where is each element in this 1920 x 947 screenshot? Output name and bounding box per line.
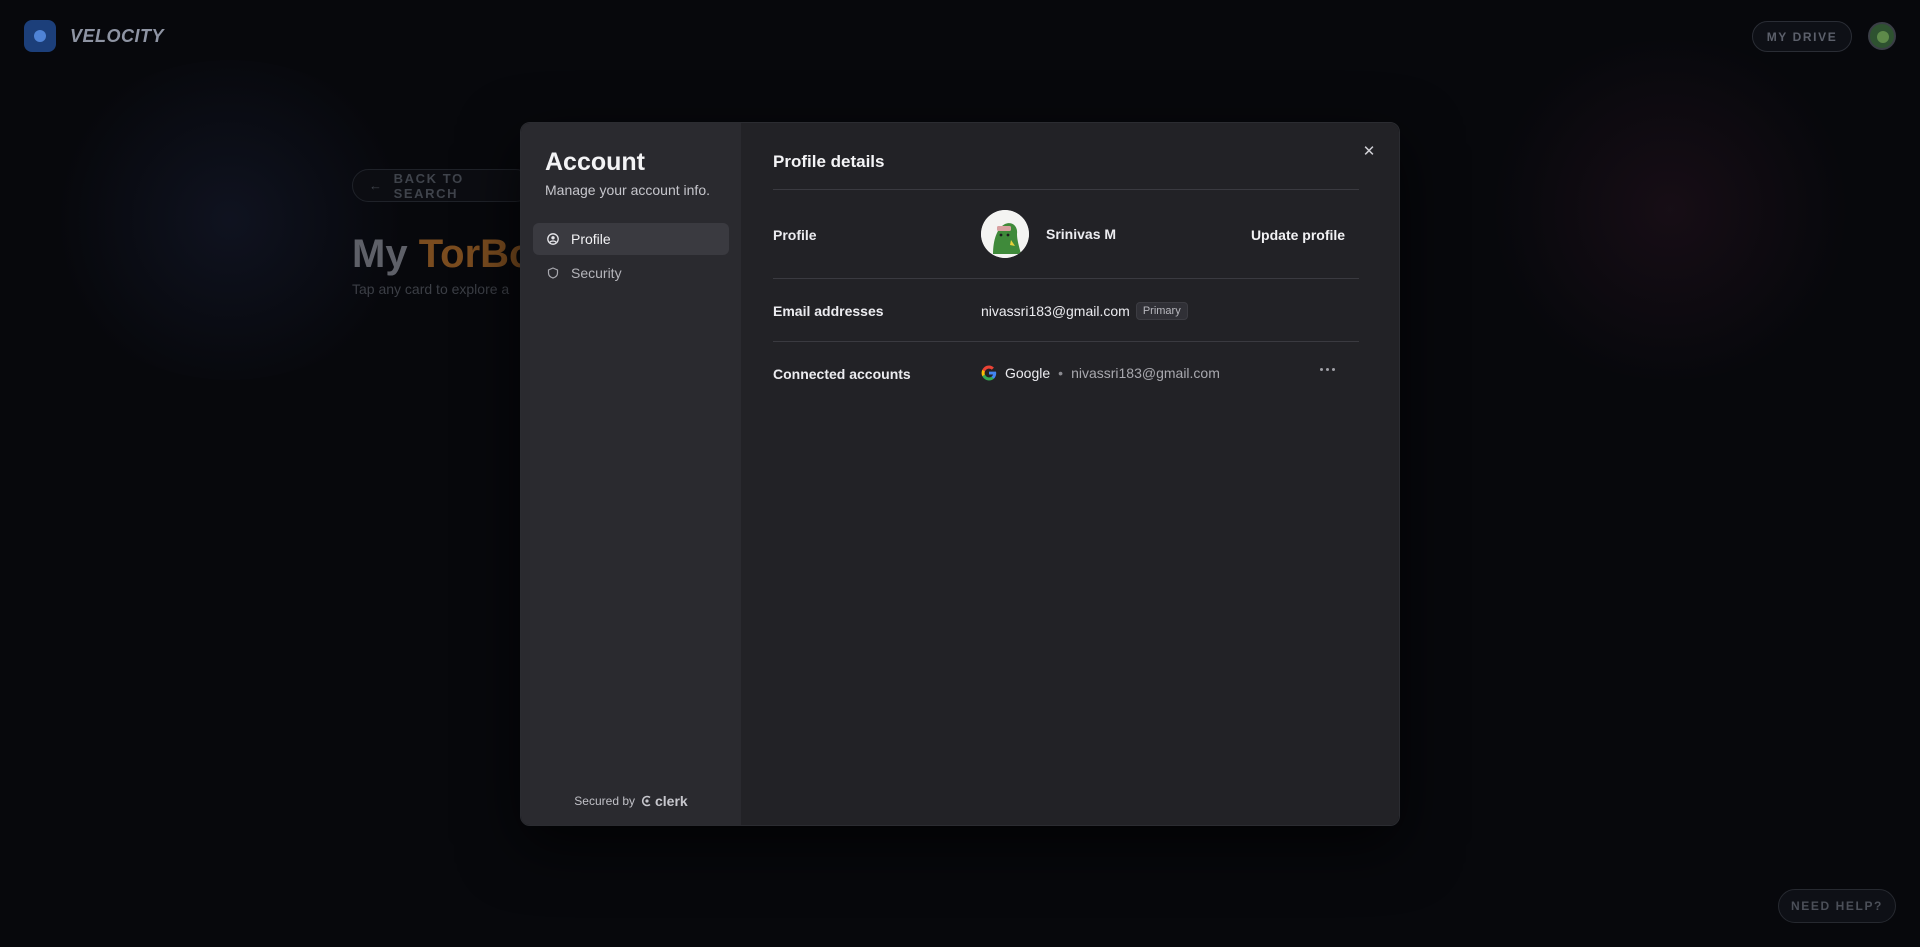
profile-name: Srinivas M xyxy=(1046,226,1117,242)
more-options-icon[interactable] xyxy=(1311,357,1343,381)
sidebar-item-label: Security xyxy=(571,265,622,281)
email-addresses-label: Email addresses xyxy=(773,303,884,319)
clerk-icon xyxy=(641,795,651,807)
profile-details-title: Profile details xyxy=(773,152,885,171)
divider xyxy=(773,278,1359,279)
clerk-logo[interactable]: clerk xyxy=(641,793,688,809)
email-address: nivassri183@gmail.com xyxy=(981,303,1130,319)
primary-badge: Primary xyxy=(1135,302,1188,320)
secured-by-label: Secured by xyxy=(574,794,635,808)
background-glow-left xyxy=(40,60,420,380)
user-circle-icon xyxy=(547,233,559,245)
dinosaur-avatar-icon xyxy=(981,210,1029,258)
user-avatar[interactable] xyxy=(1868,22,1896,50)
account-title: Account xyxy=(545,148,645,176)
brand-name: VELOCITY xyxy=(70,25,165,46)
page-subtitle: Tap any card to explore a xyxy=(352,281,510,297)
shield-icon xyxy=(547,267,559,279)
account-modal: Account Manage your account info. Profil… xyxy=(520,122,1400,826)
separator-dot: • xyxy=(1058,365,1064,381)
sidebar-item-label: Profile xyxy=(571,231,611,247)
need-help-button[interactable]: NEED HELP? xyxy=(1778,889,1896,923)
email-row[interactable]: nivassri183@gmail.com Primary xyxy=(981,302,1188,320)
connected-accounts-label: Connected accounts xyxy=(773,366,911,382)
google-icon xyxy=(981,365,997,381)
divider xyxy=(773,341,1359,342)
my-drive-button[interactable]: MY DRIVE xyxy=(1752,21,1852,52)
arrow-left-icon: ← xyxy=(369,178,384,193)
connected-provider: Google xyxy=(1005,365,1051,381)
sidebar-item-security[interactable]: Security xyxy=(533,257,729,289)
sidebar-item-profile[interactable]: Profile xyxy=(533,223,729,255)
page-title-prefix: My xyxy=(352,232,408,276)
logo-icon xyxy=(24,20,56,52)
connected-email: nivassri183@gmail.com xyxy=(1071,365,1220,381)
back-label: BACK TO SEARCH xyxy=(393,170,464,201)
profile-avatar xyxy=(981,210,1029,258)
update-profile-button[interactable]: Update profile xyxy=(1243,220,1353,250)
background-glow-right xyxy=(1480,40,1860,380)
back-to-search-button[interactable]: ← BACK TO SEARCH xyxy=(352,169,532,202)
clerk-name: clerk xyxy=(655,793,688,809)
divider xyxy=(773,189,1359,190)
profile-panel: ✕ Profile details Profile Srinivas M Upd… xyxy=(741,123,1399,825)
app-logo[interactable]: VELOCITY xyxy=(24,20,164,52)
connected-account-row: Google • nivassri183@gmail.com xyxy=(981,365,1220,381)
secured-by-footer: Secured by clerk xyxy=(521,793,741,809)
account-sidebar: Account Manage your account info. Profil… xyxy=(521,123,741,825)
close-icon[interactable]: ✕ xyxy=(1359,141,1379,161)
account-subtitle: Manage your account info. xyxy=(545,182,710,198)
profile-label: Profile xyxy=(773,227,817,243)
